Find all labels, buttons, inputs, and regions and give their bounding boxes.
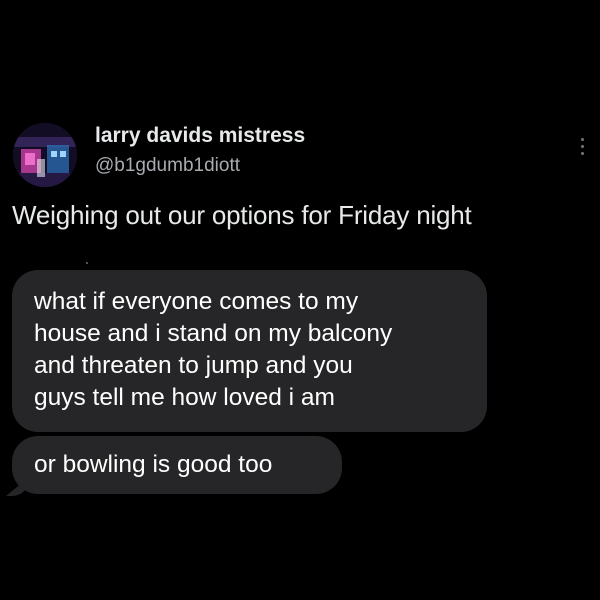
message-line: what if everyone comes to my [34,288,359,315]
avatar-image [13,123,77,187]
tweet-text: Weighing out our options for Friday nigh… [12,200,472,230]
decorative-dot [86,262,88,264]
display-name[interactable]: larry davids mistress [95,124,305,148]
message-line: guys tell me how loved i am [34,384,335,411]
more-options-button[interactable] [574,128,590,164]
user-handle[interactable]: @b1gdumb1diott [95,155,240,177]
message-bubble: or bowling is good too [12,436,342,494]
tweet-post: larry davids mistress @b1gdumb1diott Wei… [0,0,600,600]
more-options-icon [580,151,584,155]
message-line: house and i stand on my balcony [34,320,393,347]
message-bubble: what if everyone comes to my house and i… [12,270,487,432]
more-options-icon [580,144,584,148]
message-line: and threaten to jump and you [34,352,353,379]
avatar[interactable] [13,123,77,187]
more-options-icon [580,137,584,141]
